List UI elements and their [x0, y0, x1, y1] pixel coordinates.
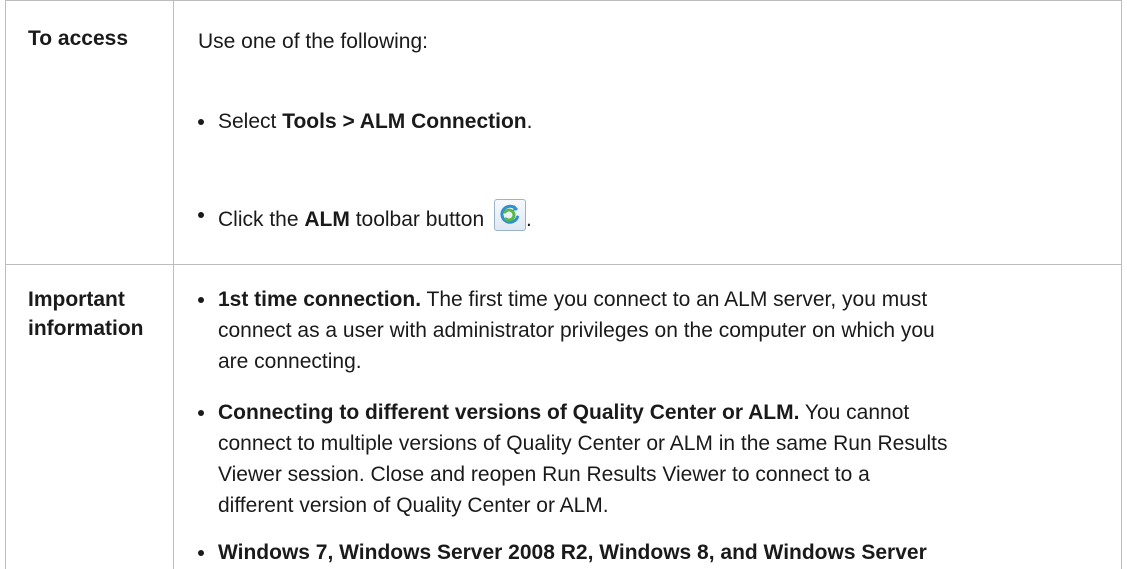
bullet-dot: [198, 119, 204, 125]
note-text-line: The first time you connect to an ALM ser…: [421, 288, 928, 311]
bullet-dot: [198, 297, 204, 303]
note-text-line: different version of Quality Center or A…: [218, 494, 609, 517]
bullet-dot: [198, 410, 204, 416]
note-heading: 1st time connection.: [218, 288, 422, 311]
column-divider: [173, 264, 174, 569]
menu-path-text: Tools > ALM Connection: [282, 110, 527, 133]
alm-connection-icon: [493, 199, 526, 231]
bullet-punctuation: .: [525, 208, 532, 231]
bullet-dot: [198, 550, 204, 556]
note-text-line: Viewer session. Close and reopen Run Res…: [218, 463, 870, 486]
note-text-line: connect as a user with administrator pri…: [218, 319, 935, 342]
row-label-to-access: To access: [28, 27, 129, 50]
info-table: To access Use one of the following: Sele…: [5, 0, 1122, 569]
bullet-punctuation: .: [526, 110, 533, 133]
row-label-important: Important: [28, 288, 125, 311]
note-heading: Windows 7, Windows Server 2008 R2, Windo…: [218, 541, 927, 564]
note-heading: Connecting to different versions of Qual…: [218, 401, 800, 424]
bullet-text: Click the: [218, 208, 305, 231]
access-intro-text: Use one of the following:: [198, 30, 428, 53]
table-row-important-information: Important information 1st time connectio…: [6, 264, 1121, 569]
row-label-information: information: [28, 317, 144, 340]
column-divider: [173, 1, 174, 264]
note-text-line: are connecting.: [218, 350, 362, 373]
bullet-text: toolbar button: [349, 208, 485, 231]
toolbar-name-text: ALM: [304, 208, 350, 231]
bullet-dot: [198, 212, 204, 218]
note-text-line: You cannot: [799, 401, 910, 424]
table-row-to-access: To access Use one of the following: Sele…: [6, 0, 1121, 265]
note-text-line: connect to multiple versions of Quality …: [218, 432, 948, 455]
bullet-text: Select: [218, 110, 283, 133]
